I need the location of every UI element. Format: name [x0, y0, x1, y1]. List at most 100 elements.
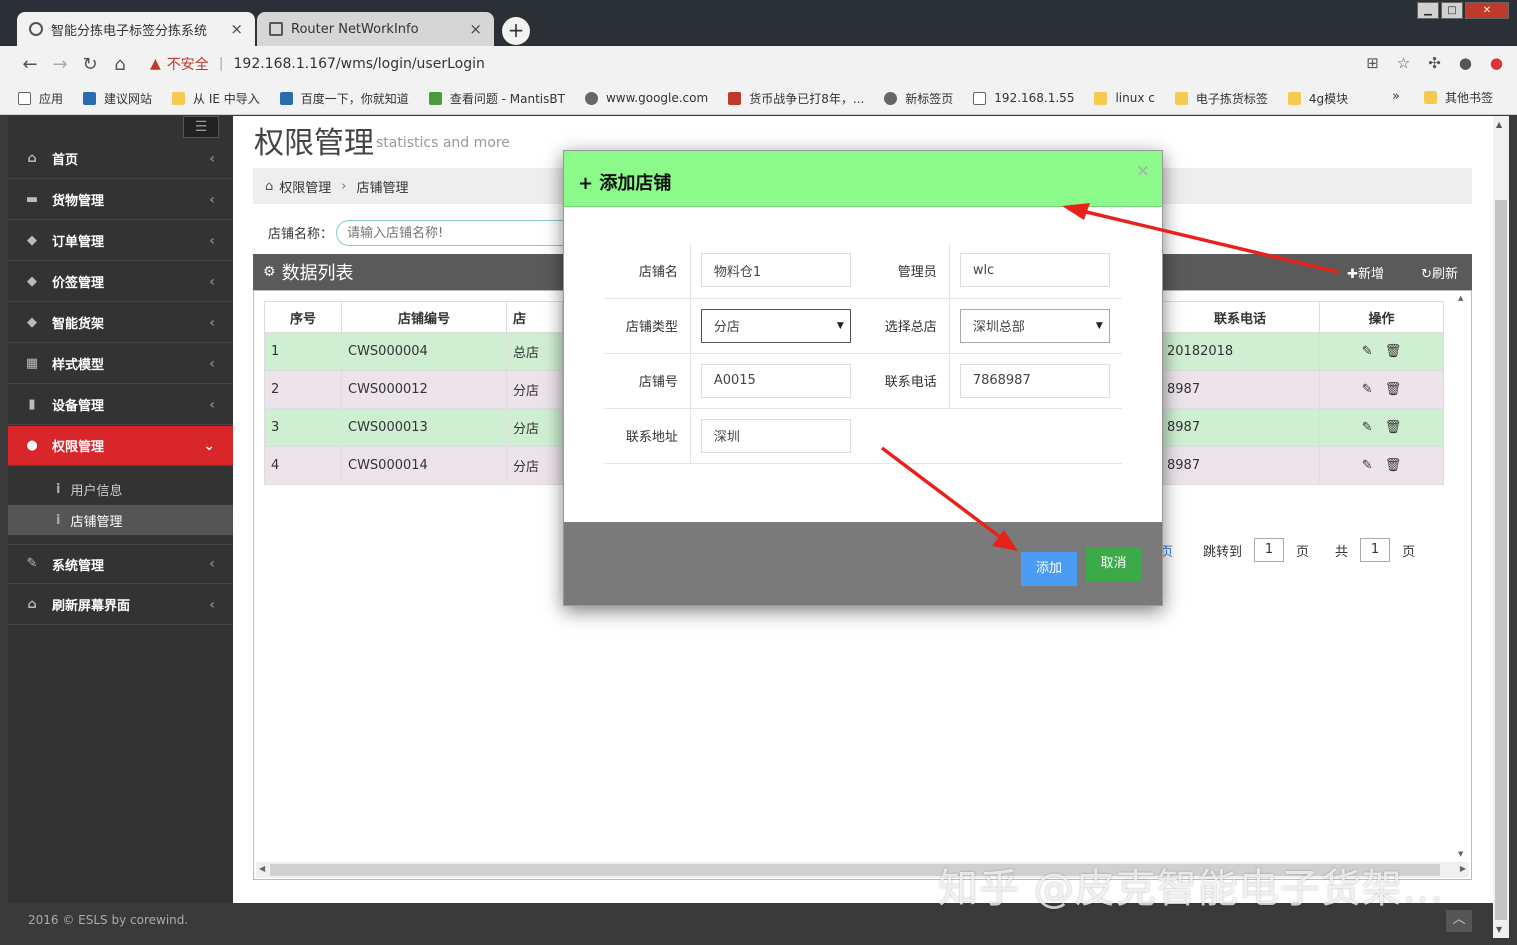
scroll-right-icon[interactable]: ▶	[1460, 864, 1466, 873]
trash-icon[interactable]: 🗑	[1385, 420, 1402, 435]
forward-icon[interactable]: →	[45, 54, 75, 75]
shop-no-input[interactable]: A0015	[700, 363, 851, 398]
bookmark[interactable]: 百度一下，你就知道	[279, 90, 409, 107]
profile-icon[interactable]: ●	[1459, 54, 1472, 72]
add-button[interactable]: ✚新增	[1347, 263, 1384, 282]
close-icon[interactable]: ×	[1136, 161, 1150, 181]
menu-icon[interactable]: ●	[1490, 54, 1503, 72]
url-text[interactable]: 192.168.1.167/wms/login/userLogin	[234, 56, 485, 72]
form-row: 联系地址 深圳	[604, 408, 1122, 464]
page-number-input[interactable]: 1	[1254, 538, 1285, 562]
bookmark-label: 4g模块	[1308, 91, 1349, 106]
bookmark[interactable]: 4g模块	[1287, 90, 1349, 107]
scroll-up-icon[interactable]: ▲	[1496, 120, 1502, 129]
bookmark-label: 新标签页	[905, 91, 954, 106]
translate-icon[interactable]: ⊞	[1366, 54, 1379, 72]
sidebar-item-label: 首页	[52, 153, 79, 168]
form-row: 店铺类型 分店 ▼ 选择总店 深圳总部 ▼	[604, 298, 1122, 354]
edit-icon[interactable]: ✎	[1362, 344, 1373, 359]
hq-select[interactable]: 深圳总部 ▼	[959, 308, 1110, 343]
shop-name-input[interactable]: 物料仓1	[700, 253, 851, 288]
bookmark[interactable]: 新标签页	[884, 90, 953, 107]
sidebar-subitem-label: 用户信息	[70, 483, 123, 499]
refresh-button[interactable]: ↻刷新	[1421, 263, 1458, 282]
watermark: 知乎 @皮克智能电子货架...	[938, 866, 1444, 912]
bookmarks-more-icon[interactable]: »	[1392, 89, 1400, 104]
phone-input[interactable]: 7868987	[959, 363, 1110, 398]
add-submit-button[interactable]: 添加	[1021, 552, 1077, 586]
edit-icon[interactable]: ✎	[1362, 458, 1373, 473]
sidebar-item-home[interactable]: ⌂ 首页 ‹	[8, 139, 233, 179]
sidebar-item-label: 系统管理	[52, 558, 105, 574]
bookmark-label: 建议网站	[104, 91, 153, 106]
bookmark[interactable]: 货币战争已打8年，...	[728, 90, 864, 107]
scroll-up-icon[interactable]: ▲	[1458, 294, 1463, 302]
breadcrumb-root[interactable]: 权限管理	[279, 177, 331, 196]
sidebar-item-style-model[interactable]: ▦ 样式模型 ‹	[8, 344, 233, 384]
home-icon: ⌂	[27, 596, 37, 612]
sidebar-toggle-icon[interactable]: ☰	[183, 116, 219, 138]
back-icon[interactable]: ←	[15, 54, 45, 75]
pager-unit: 页	[1402, 544, 1416, 560]
tab-main-system[interactable]: 智能分拣电子标签分拣系统 ×	[17, 12, 255, 46]
scroll-down-icon[interactable]: ▼	[1458, 850, 1463, 858]
reload-icon[interactable]: ↻	[75, 54, 105, 75]
cell-type: 总店	[506, 332, 563, 371]
bookmark[interactable]: 192.168.1.55	[973, 91, 1074, 105]
shop-name-search-input[interactable]	[336, 220, 576, 246]
column-header[interactable]: 店铺编号	[341, 301, 507, 333]
minimize-button[interactable]: ▁	[1417, 2, 1439, 19]
sidebar-item-refresh-screen[interactable]: ⌂ 刷新屏幕界面 ‹	[8, 585, 233, 625]
edit-icon[interactable]: ✎	[1362, 382, 1373, 397]
other-bookmarks[interactable]: 其他书签	[1424, 89, 1493, 106]
close-tab-icon[interactable]: ×	[230, 20, 243, 38]
tab-router-info[interactable]: Router NetWorkInfo ×	[257, 12, 494, 46]
scroll-left-icon[interactable]: ◀	[259, 864, 265, 873]
trash-icon[interactable]: 🗑	[1385, 458, 1402, 473]
bookmark[interactable]: 查看问题 - MantisBT	[428, 90, 565, 107]
manager-input[interactable]: wlc	[959, 253, 1110, 288]
sidebar-item-permissions[interactable]: ● 权限管理 ⌄	[8, 426, 233, 466]
address-bar[interactable]: ▲ 不安全 | 192.168.1.167/wms/login/userLogi…	[150, 50, 1390, 78]
trash-icon[interactable]: 🗑	[1385, 344, 1402, 359]
column-header[interactable]: 联系电话	[1160, 301, 1320, 333]
sidebar-item-orders[interactable]: ◆ 订单管理 ‹	[8, 221, 233, 261]
table-vertical-scrollbar[interactable]: ▲ ▼	[1455, 292, 1469, 860]
folder-icon	[172, 91, 186, 105]
page-scrollbar[interactable]: ▲ ▼	[1493, 116, 1509, 938]
trash-icon[interactable]: 🗑	[1385, 382, 1402, 397]
address-input[interactable]: 深圳	[700, 418, 851, 453]
scroll-to-top-button[interactable]: ︿	[1446, 910, 1472, 932]
edit-icon[interactable]: ✎	[1362, 420, 1373, 435]
scroll-down-icon[interactable]: ▼	[1496, 925, 1502, 934]
bookmark[interactable]: linux c	[1094, 91, 1155, 105]
bookmark-label: 货币战争已打8年，...	[749, 91, 865, 106]
sidebar-item-system[interactable]: ✎ 系统管理 ‹	[8, 544, 233, 584]
bookmark[interactable]: 从 IE 中导入	[172, 90, 260, 107]
column-header[interactable]: 序号	[264, 301, 342, 333]
sidebar-item-goods[interactable]: ▬ 货物管理 ‹	[8, 180, 233, 220]
star-icon[interactable]: ☆	[1397, 54, 1410, 72]
bookmark[interactable]: 电子拣货标签	[1174, 90, 1268, 107]
cell-actions: ✎ 🗑	[1319, 332, 1444, 371]
bookmark[interactable]: www.google.com	[584, 91, 708, 105]
close-tab-icon[interactable]: ×	[469, 20, 482, 38]
shop-type-select[interactable]: 分店 ▼	[700, 308, 851, 343]
sidebar-item-price-tags[interactable]: ◆ 价签管理 ‹	[8, 262, 233, 302]
bookmark[interactable]: 建议网站	[83, 90, 152, 107]
home-icon[interactable]: ⌂	[105, 54, 135, 75]
bookmark[interactable]: 应用	[18, 90, 63, 107]
column-header[interactable]: 店	[506, 301, 563, 333]
maximize-button[interactable]: □	[1441, 2, 1463, 19]
warning-icon: ▲	[150, 56, 161, 72]
sidebar-subitem-user-info[interactable]: i 用户信息	[8, 474, 233, 504]
new-tab-button[interactable]: +	[502, 17, 530, 45]
sidebar-item-devices[interactable]: ▮ 设备管理 ‹	[8, 385, 233, 425]
sidebar-subitem-shop-management[interactable]: i 店铺管理	[8, 505, 233, 535]
caret-down-icon: ▼	[836, 320, 844, 331]
close-window-button[interactable]: ✕	[1465, 2, 1509, 19]
scroll-thumb[interactable]	[1495, 200, 1507, 920]
extension-icon[interactable]: ✣	[1428, 54, 1441, 72]
cancel-button[interactable]: 取消	[1086, 547, 1141, 581]
sidebar-item-smart-shelf[interactable]: ◆ 智能货架 ‹	[8, 303, 233, 343]
